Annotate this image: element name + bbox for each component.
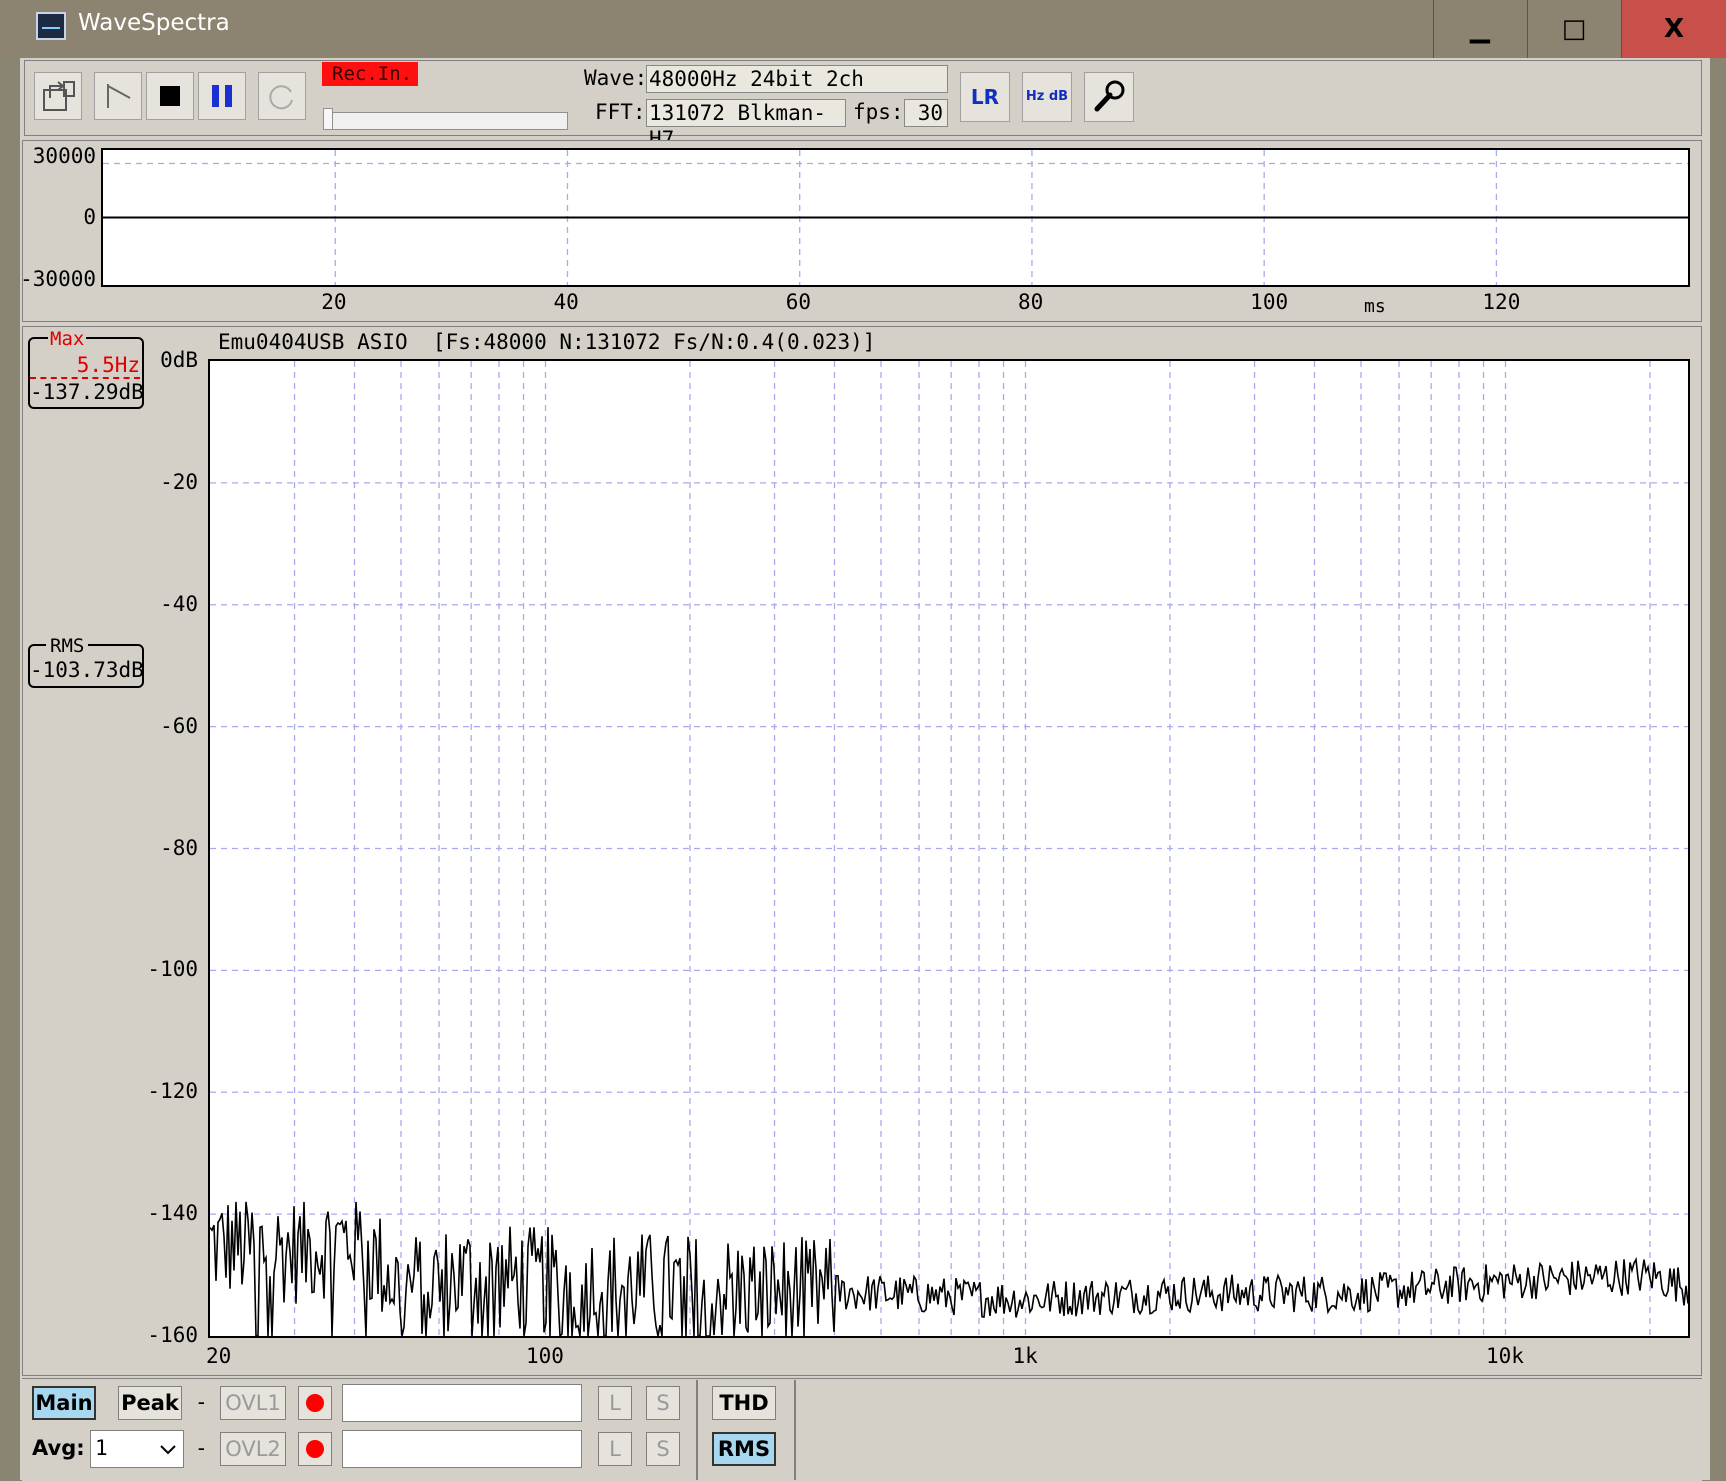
- spectrum-x-tick-label: 1k: [1012, 1344, 1038, 1368]
- bottom-divider-1: [696, 1380, 698, 1480]
- chevron-down-icon: [160, 1445, 176, 1455]
- thd-button[interactable]: THD: [712, 1386, 776, 1420]
- waveform-x-tick-label: 60: [785, 290, 811, 314]
- rec-in-indicator: Rec.In.: [322, 62, 418, 86]
- waveform-x-tick-label: 120: [1482, 290, 1521, 314]
- play-button[interactable]: [94, 72, 142, 120]
- ovl2-save-button[interactable]: S: [646, 1432, 680, 1466]
- spectrum-y-tick-label: 0dB: [160, 348, 198, 372]
- pause-button[interactable]: [198, 72, 246, 120]
- spectrum-y-tick-label: -160: [147, 1323, 198, 1347]
- avg-label: Avg:: [32, 1436, 85, 1460]
- spectrum-y-tick-label: -60: [160, 713, 198, 738]
- waveform-plot[interactable]: [101, 148, 1690, 287]
- rms-level: -103.73dB: [30, 658, 144, 682]
- close-icon: X: [1663, 14, 1685, 44]
- minimize-icon: ▁: [1470, 14, 1490, 44]
- loop-icon: [269, 85, 293, 110]
- open-file-icon: [43, 81, 75, 111]
- ovl1-name-field[interactable]: [342, 1384, 582, 1422]
- waveform-y-tick-label: 30000: [32, 144, 96, 168]
- spectrum-y-tick-label: -100: [147, 957, 198, 982]
- waveform-x-unit: ms: [1364, 296, 1386, 317]
- stop-button[interactable]: [146, 72, 194, 120]
- avg-value: 1: [95, 1436, 108, 1460]
- loop-button[interactable]: [258, 72, 306, 120]
- stop-icon: [160, 86, 180, 106]
- peak-button[interactable]: Peak: [118, 1386, 182, 1420]
- spectrum-trace: [210, 1201, 1688, 1336]
- ovl1-record-button[interactable]: [298, 1386, 332, 1420]
- main-button[interactable]: Main: [32, 1386, 96, 1420]
- spectrum-y-tick-label: -120: [147, 1079, 198, 1104]
- waveform-x-tick-label: 80: [1017, 290, 1044, 314]
- play-icon: [107, 84, 131, 108]
- rms-label: RMS: [46, 635, 89, 657]
- hz-db-scale-button[interactable]: Hz dB: [1022, 72, 1072, 122]
- wave-label: Wave:: [584, 66, 648, 90]
- bottom-divider-2: [794, 1380, 796, 1480]
- ovl1-save-button[interactable]: S: [646, 1386, 680, 1420]
- minimize-button[interactable]: ▁: [1433, 0, 1526, 58]
- lr-icon: LR: [970, 85, 1000, 109]
- dash-separator-2: -: [195, 1436, 208, 1460]
- waveform-x-tick-label: 40: [553, 290, 579, 314]
- spectrum-svg: [210, 361, 1688, 1336]
- max-level: -137.29dB: [30, 380, 144, 404]
- ovl2-button[interactable]: OVL2: [220, 1432, 286, 1466]
- close-button[interactable]: X: [1621, 0, 1726, 58]
- waveform-svg: [103, 150, 1688, 285]
- ovl2-load-button[interactable]: L: [598, 1432, 632, 1466]
- max-label: Max: [48, 328, 87, 350]
- position-slider-thumb[interactable]: [323, 108, 333, 130]
- fft-settings-field[interactable]: 131072 Blkman-H7: [646, 99, 846, 151]
- spectrum-x-tick-label: 20: [206, 1344, 232, 1368]
- waveform-x-tick-label: 100: [1250, 290, 1289, 314]
- fps-label: fps:: [853, 100, 904, 124]
- wrench-icon: [1094, 80, 1125, 112]
- spectrum-plot[interactable]: [208, 359, 1690, 1338]
- window-title: WaveSpectra: [78, 10, 230, 36]
- wave-format-field: 48000Hz 24bit 2ch: [646, 65, 948, 93]
- ovl2-record-button[interactable]: [298, 1432, 332, 1466]
- ovl1-load-button[interactable]: L: [598, 1386, 632, 1420]
- avg-select[interactable]: 1: [90, 1430, 184, 1468]
- fft-label: FFT:: [595, 100, 646, 124]
- fps-field[interactable]: 30: [904, 99, 948, 127]
- waveform-x-tick-label: 20: [321, 290, 347, 314]
- spectrum-y-tick-label: -20: [160, 469, 198, 494]
- maximize-button[interactable]: □: [1527, 0, 1620, 58]
- open-file-button[interactable]: [34, 72, 82, 120]
- hz-db-icon: Hz dB: [1025, 89, 1069, 104]
- settings-button[interactable]: [1084, 72, 1134, 122]
- maximize-icon: □: [1561, 14, 1587, 44]
- app-icon: [36, 12, 66, 40]
- pause-icon: [212, 85, 232, 107]
- waveform-y-tick-label: -30000: [20, 267, 96, 291]
- rms-button[interactable]: RMS: [712, 1432, 776, 1466]
- spectrum-x-tick-label: 100: [526, 1344, 564, 1368]
- dash-separator-1: -: [195, 1390, 208, 1414]
- waveform-y-tick-label: 0: [83, 205, 96, 229]
- ovl2-name-field[interactable]: [342, 1430, 582, 1468]
- spectrum-y-tick-label: -40: [160, 591, 198, 616]
- spectrum-header: Emu0404USB ASIO [Fs:48000 N:131072 Fs/N:…: [218, 330, 876, 354]
- spectrum-y-tick-label: -140: [147, 1201, 198, 1226]
- lr-channel-button[interactable]: LR: [960, 72, 1010, 122]
- spectrum-x-tick-label: 10k: [1485, 1344, 1524, 1368]
- ovl1-button[interactable]: OVL1: [220, 1386, 286, 1420]
- spectrum-y-tick-label: -80: [160, 835, 198, 860]
- position-slider[interactable]: [325, 112, 568, 130]
